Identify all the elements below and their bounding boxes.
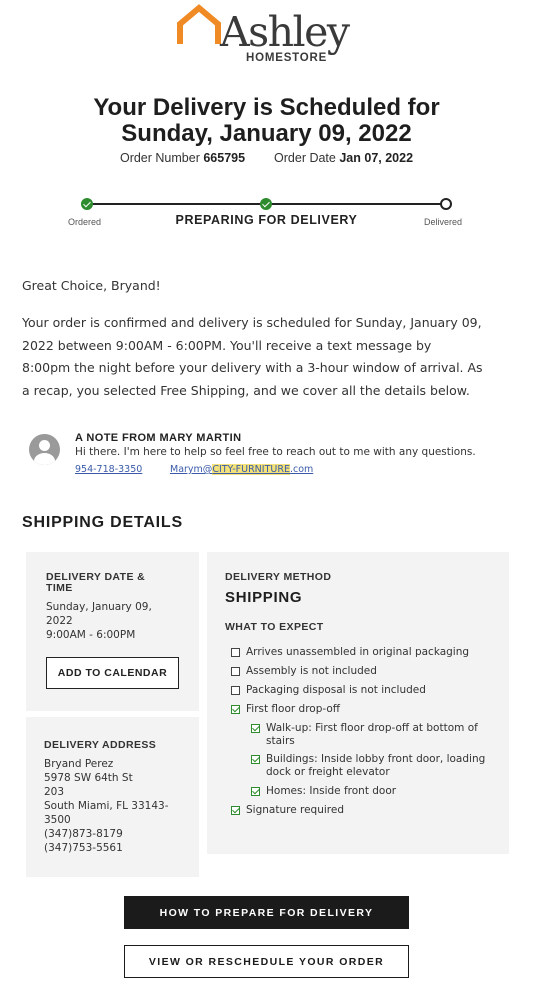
- headline-line-1: Your Delivery is Scheduled for: [93, 94, 440, 121]
- checkbox-empty-icon: [231, 667, 240, 676]
- message-line: Your order is confirmed and delivery is …: [22, 315, 482, 330]
- view-reschedule-order-button[interactable]: VIEW OR RESCHEDULE YOUR ORDER: [124, 945, 409, 978]
- house-roof-icon: [177, 4, 221, 44]
- brand-name: Ashley: [220, 8, 350, 56]
- email-link[interactable]: Marym@CITY-FURNITURE.com: [170, 464, 313, 475]
- order-number: 665795: [203, 151, 246, 165]
- prepare-for-delivery-button[interactable]: HOW TO PREPARE FOR DELIVERY: [124, 896, 409, 929]
- checkbox-checked-icon: [251, 755, 260, 764]
- note-title: A NOTE FROM MARY MARTIN: [75, 432, 242, 444]
- tracker-label-delivered: Delivered: [424, 217, 463, 227]
- expect-item: Assembly is not included: [231, 665, 377, 678]
- brand-sub: HOMESTORE: [246, 52, 328, 64]
- expect-subitem: Buildings: Inside lobby front door, load…: [251, 753, 485, 779]
- add-to-calendar-button[interactable]: ADD TO CALENDAR: [46, 657, 179, 689]
- delivery-method-name: SHIPPING: [225, 589, 303, 606]
- checkbox-empty-icon: [231, 686, 240, 695]
- expect-item: First floor drop-off: [231, 703, 340, 716]
- delivery-address-panel: DELIVERY ADDRESS Bryand Perez 5978 SW 64…: [26, 717, 199, 877]
- tracker-step-delivered-circle-icon: [440, 198, 452, 210]
- message-line: 2022 between 9:00AM - 6:00PM. You'll rec…: [22, 337, 432, 353]
- shipping-details-title: SHIPPING DETAILS: [22, 514, 183, 531]
- tracker-step-preparing-check-icon: [260, 198, 272, 210]
- expect-item: Signature required: [231, 804, 344, 817]
- checkbox-checked-icon: [251, 787, 260, 796]
- email-suffix: .com: [289, 464, 314, 475]
- delivery-date-label: DELIVERY DATE & TIME: [46, 571, 146, 594]
- expect-subitem: Walk-up: First floor drop-off at bottom …: [251, 722, 478, 748]
- tracker-step-ordered-check-icon: [81, 198, 93, 210]
- order-date-label: Order Date: [274, 151, 336, 165]
- note-text: Hi there. I'm here to help so feel free …: [75, 446, 476, 458]
- checkbox-checked-icon: [231, 705, 240, 714]
- expect-subitem: Homes: Inside front door: [251, 785, 396, 798]
- confirmation-message: Your order is confirmed and delivery is …: [22, 312, 514, 402]
- message-line: 8:00pm the night before your delivery wi…: [22, 360, 483, 375]
- delivery-address-label: DELIVERY ADDRESS: [44, 739, 157, 751]
- what-to-expect-label: WHAT TO EXPECT: [225, 621, 324, 633]
- user-avatar-icon: [29, 434, 60, 465]
- email-prefix: Marym@: [170, 464, 213, 475]
- headline-line-2: Sunday, January 09, 2022: [121, 120, 412, 147]
- delivery-method-label: DELIVERY METHOD: [225, 571, 332, 583]
- delivery-date-value: Sunday, January 09, 2022 9:00AM - 6:00PM: [46, 601, 152, 641]
- order-info: Order Number 665795 Order Date Jan 07, 2…: [0, 151, 533, 165]
- order-number-label: Order Number: [119, 151, 200, 165]
- expect-item: Packaging disposal is not included: [231, 684, 426, 697]
- delivery-window: 9:00AM - 6:00PM: [46, 629, 136, 641]
- checkbox-checked-icon: [231, 806, 240, 815]
- checkbox-checked-icon: [251, 724, 260, 733]
- message-line: a recap, you selected Free Shipping, and…: [22, 382, 470, 398]
- email-highlight: CITY-FURNITURE: [212, 464, 290, 475]
- brand-logo[interactable]: Ashley HOMESTORE: [176, 4, 366, 70]
- order-date: Jan 07, 2022: [339, 151, 414, 165]
- greeting: Great Choice, Bryand!: [22, 278, 161, 293]
- checkbox-empty-icon: [231, 648, 240, 657]
- expect-item: Arrives unassembled in original packagin…: [231, 646, 469, 659]
- phone-link[interactable]: 954-718-3350: [75, 464, 142, 475]
- delivery-address-value: Bryand Perez 5978 SW 64th St 203 South M…: [44, 758, 169, 854]
